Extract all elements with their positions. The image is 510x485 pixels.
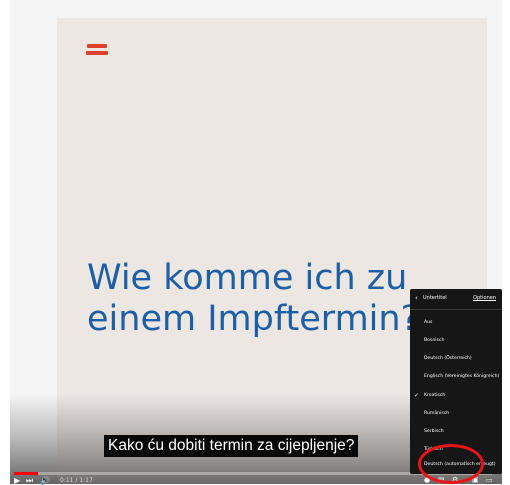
checkmark-icon: ✓ bbox=[414, 392, 420, 399]
subtitle-option-label: Englisch (Vereinigtes Königreich) bbox=[424, 374, 500, 379]
subtitle-option-romanian[interactable]: Rumänisch bbox=[410, 407, 502, 421]
subtitle-option-label: Serbisch bbox=[424, 429, 444, 434]
austria-flag-logo bbox=[86, 44, 108, 56]
subtitle-option-english-uk[interactable]: Englisch (Vereinigtes Königreich) bbox=[410, 370, 502, 384]
logo-bar-bottom bbox=[86, 51, 108, 55]
subtitles-menu-title: Untertitel bbox=[423, 295, 447, 301]
subtitle-option-croatian[interactable]: ✓ Kroatisch bbox=[410, 389, 502, 403]
subtitle-option-label: Deutsch (Österreich) bbox=[424, 356, 472, 361]
subtitle-option-label: Bosnisch bbox=[424, 338, 445, 343]
subtitles-options-link[interactable]: Optionen bbox=[473, 295, 496, 301]
subtitle-option-label: Kroatisch bbox=[424, 393, 446, 398]
subtitle-option-bosnian[interactable]: Bosnisch bbox=[410, 334, 502, 348]
subtitle-option-german-austria[interactable]: Deutsch (Österreich) bbox=[410, 352, 502, 366]
chevron-left-icon[interactable]: ‹ bbox=[415, 294, 418, 302]
progress-bar-fill bbox=[14, 472, 38, 475]
subtitle-caption: Kako ću dobiti termin za cijepljenje? bbox=[104, 435, 359, 457]
subtitle-option-label: Aus bbox=[424, 320, 433, 325]
subtitle-option-label: Rumänisch bbox=[424, 411, 450, 416]
subtitle-option-serbian[interactable]: Serbisch bbox=[410, 425, 502, 439]
subtitles-menu-header[interactable]: ‹ Untertitel Optionen bbox=[410, 289, 502, 310]
logo-bar-top bbox=[87, 44, 107, 48]
player-controls: ▶ ⏭ 🔊 0:11 / 1:17 bbox=[14, 477, 492, 485]
highlight-circle bbox=[418, 444, 484, 484]
subtitle-option-off[interactable]: Aus bbox=[410, 316, 502, 330]
theater-icon[interactable]: ▭ bbox=[486, 477, 493, 484]
